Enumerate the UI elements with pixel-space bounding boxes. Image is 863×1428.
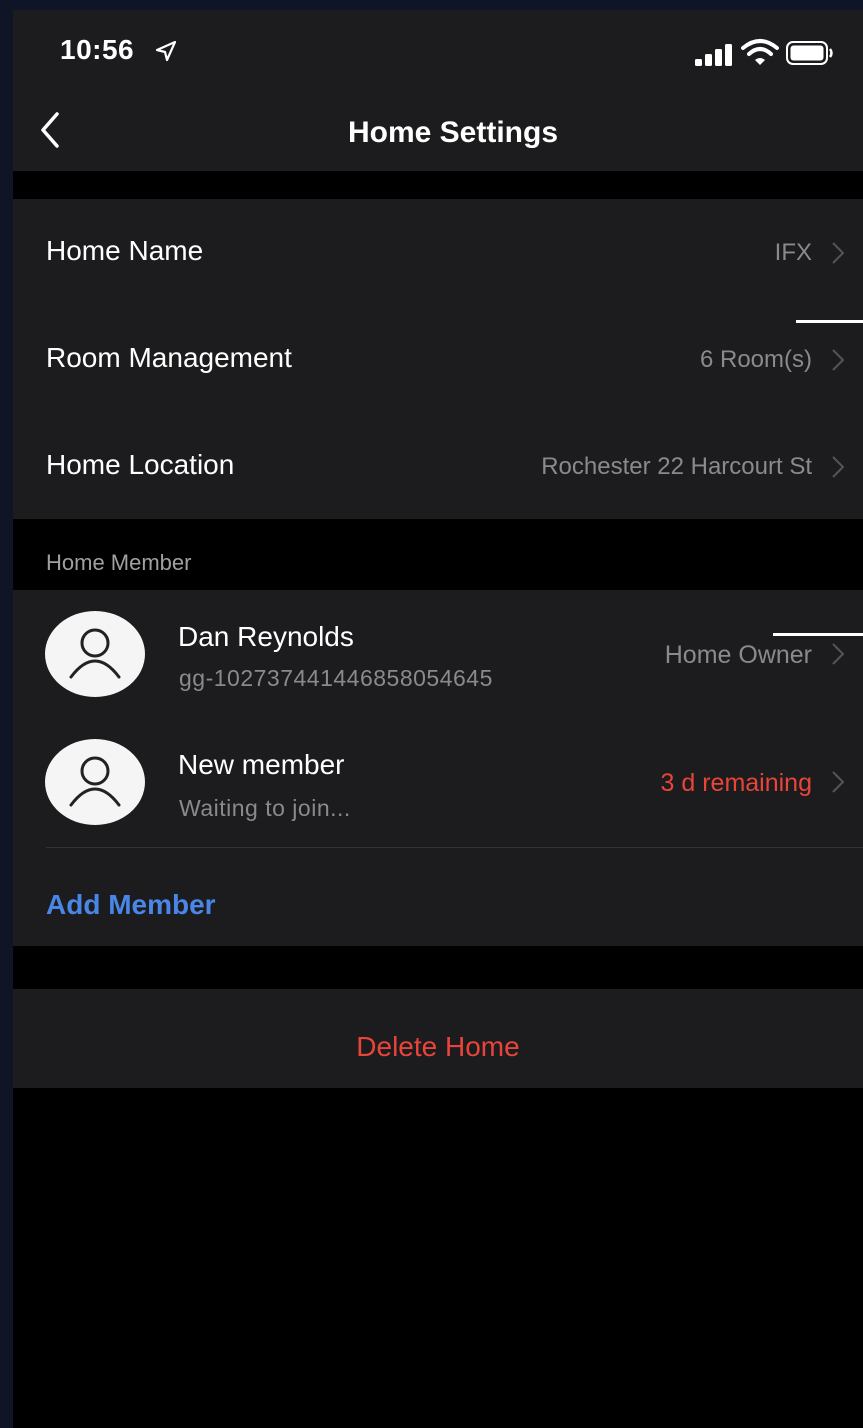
room-management-row[interactable]: Room Management 6 Room(s) (13, 306, 863, 412)
user-icon (69, 628, 121, 679)
home-name-row[interactable]: Home Name IFX (13, 199, 863, 305)
home-location-value: Rochester 22 Harcourt St (541, 453, 812, 480)
home-name-value: IFX (774, 239, 812, 266)
status-time: 10:56 (60, 34, 135, 65)
room-management-label: Room Management (46, 342, 292, 373)
home-name-label: Home Name (46, 235, 204, 266)
navigation-bar: Home Settings (13, 90, 863, 171)
app-screen: 10:56 Home Settings Home Name IFX Room M… (13, 10, 863, 1428)
avatar (45, 739, 145, 825)
cellular-signal-icon (695, 44, 732, 66)
member-role: Home Owner (664, 641, 812, 669)
chevron-right-icon (832, 456, 845, 478)
home-location-label: Home Location (46, 449, 235, 480)
add-member-button[interactable]: Add Member (46, 889, 216, 921)
member-row-owner[interactable]: Dan Reynolds gg-102737441446858054645 Ho… (13, 590, 863, 718)
member-row-pending[interactable]: New member Waiting to join... 3 d remain… (13, 718, 863, 846)
user-icon (69, 756, 121, 807)
page-title: Home Settings (347, 116, 559, 149)
home-member-section-header: Home Member (46, 550, 192, 575)
battery-icon (786, 41, 833, 65)
edge-mark (773, 633, 863, 636)
chevron-right-icon (832, 771, 845, 793)
delete-home-button[interactable]: Delete Home (13, 1031, 863, 1063)
room-management-value: 6 Room(s) (699, 346, 812, 373)
chevron-right-icon (832, 242, 845, 264)
status-bar: 10:56 (13, 10, 863, 90)
wifi-icon (741, 39, 779, 65)
chevron-right-icon (832, 643, 845, 665)
member-name: New member (178, 749, 345, 780)
home-settings-card: Home Name IFX Room Management 6 Room(s) … (13, 199, 863, 519)
divider (46, 847, 863, 848)
member-name: Dan Reynolds (178, 621, 354, 652)
avatar (45, 611, 145, 697)
invite-remaining: 3 d remaining (660, 769, 812, 797)
member-id: gg-102737441446858054645 (179, 665, 493, 691)
edge-mark (796, 320, 863, 323)
member-status-text: Waiting to join... (179, 795, 351, 821)
home-location-row[interactable]: Home Location Rochester 22 Harcourt St (13, 413, 863, 519)
chevron-right-icon (832, 349, 845, 371)
location-arrow-icon (155, 40, 177, 62)
